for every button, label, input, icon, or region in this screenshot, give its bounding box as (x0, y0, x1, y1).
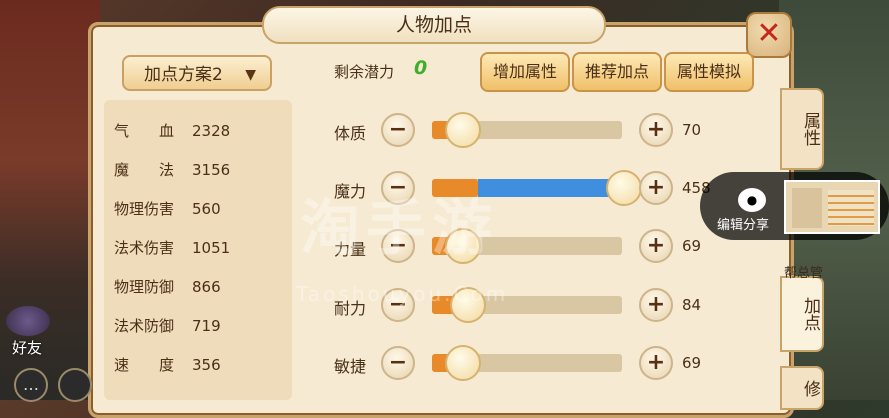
watermark-url: Taoshouyou.Com (296, 282, 509, 306)
close-icon: ✕ (756, 16, 782, 51)
plus-button[interactable]: + (639, 229, 673, 263)
share-label[interactable]: 编辑分享 (717, 214, 769, 233)
add-attribute-button[interactable]: 增加属性 (480, 52, 570, 92)
friend-hat-icon[interactable] (6, 306, 50, 336)
scheme-label: 加点方案2 (144, 65, 223, 85)
tab-add-points[interactable]: 加点 (780, 276, 824, 352)
stat-row-phys-def: 物理防御 866 (114, 278, 221, 296)
panda-icon: ● (738, 188, 766, 212)
slider-knob[interactable] (445, 345, 481, 381)
stat-row-hp: 气 血 2328 (114, 122, 231, 140)
potential-label: 剩余潜力 (334, 63, 395, 81)
plus-button[interactable]: + (639, 288, 673, 322)
minus-button[interactable]: − (381, 346, 415, 380)
plus-button[interactable]: + (639, 346, 673, 380)
stat-row-phys-dmg: 物理伤害 560 (114, 200, 221, 218)
attr-value: 69 (682, 237, 702, 255)
plus-button[interactable]: + (639, 171, 673, 205)
guild-manager-text: 帮总管 (784, 266, 824, 281)
thumbnail-stats (792, 188, 822, 228)
plus-button[interactable]: + (639, 113, 673, 147)
tab-cultivation[interactable]: 修 (780, 366, 824, 410)
stats-panel: 气 血 2328 魔 法 3156 物理伤害 560 法术伤害 1051 物理防御 866… (104, 100, 292, 400)
attr-slider[interactable] (432, 345, 622, 381)
scheme-dropdown[interactable]: 加点方案2 ▼ (122, 55, 272, 91)
tab-attributes[interactable]: 属性 (780, 88, 824, 170)
chevron-down-icon: ▼ (245, 67, 256, 83)
attr-value: 84 (682, 296, 702, 314)
stat-row-mp: 魔 法 3156 (114, 161, 231, 179)
slider-knob[interactable] (445, 112, 481, 148)
attr-label: 体质 (334, 124, 367, 143)
chat-icon: … (23, 375, 39, 394)
panel-title: 人物加点 (262, 6, 606, 44)
attr-value: 70 (682, 121, 702, 139)
stat-row-magic-def: 法术防御 719 (114, 317, 221, 335)
chat-button[interactable]: … (14, 368, 48, 402)
simulate-attribute-button[interactable]: 属性模拟 (664, 52, 754, 92)
stat-row-speed: 速 度 356 (114, 356, 221, 374)
slider-knob[interactable] (606, 170, 642, 206)
watermark-logo: 淘手游 (300, 194, 498, 264)
thumbnail-sliders (828, 190, 874, 226)
recommend-points-button[interactable]: 推荐加点 (572, 52, 662, 92)
attr-value: 69 (682, 354, 702, 372)
minus-button[interactable]: − (381, 113, 415, 147)
stat-row-magic-dmg: 法术伤害 1051 (114, 239, 231, 257)
attr-label: 敏捷 (334, 357, 367, 376)
voice-button[interactable] (58, 368, 92, 402)
slider-fill-added (478, 179, 622, 197)
close-button[interactable]: ✕ (746, 12, 792, 58)
friend-label[interactable]: 好友 (12, 337, 42, 358)
potential-value: 0 (414, 57, 428, 79)
attr-slider[interactable] (432, 112, 622, 148)
screenshot-thumbnail[interactable] (784, 180, 880, 234)
